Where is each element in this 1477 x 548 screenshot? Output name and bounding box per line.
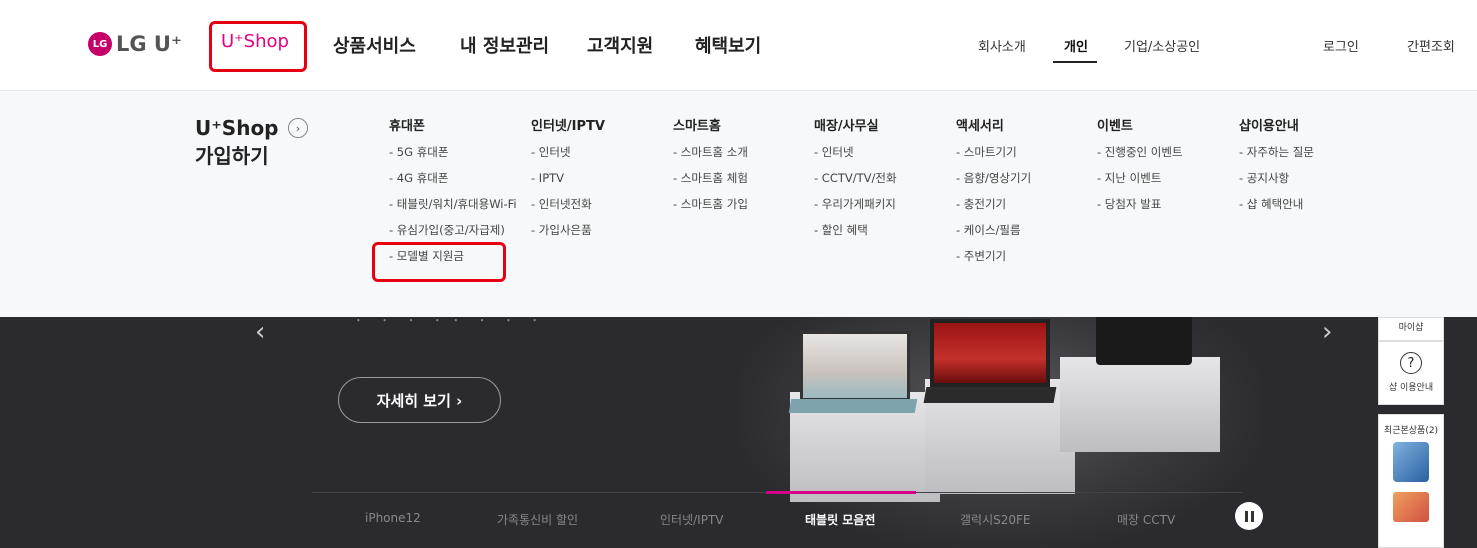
surface-pro-laptop — [930, 319, 1050, 387]
menu-item[interactable]: - 스마트홈 가입 — [673, 191, 748, 217]
logo-text: LG U⁺ — [116, 32, 183, 56]
hero-prev-icon[interactable]: ‹ — [255, 317, 265, 347]
menu-item[interactable]: - 4G 휴대폰 — [389, 165, 517, 191]
lg-logo-icon: LG — [88, 32, 112, 56]
menu-item[interactable]: - 5G 휴대폰 — [389, 139, 517, 165]
menu-item[interactable]: - 인터넷전화 — [531, 191, 605, 217]
help-icon: ? — [1400, 352, 1422, 374]
recent-products-label: 최근본상품(2) — [1383, 426, 1439, 436]
shop-guide-button[interactable]: ? 샵 이용안내 — [1378, 341, 1444, 405]
menu-item[interactable]: - 스마트기기 — [956, 139, 1031, 165]
myshop-button[interactable]: 마이샵 — [1378, 317, 1444, 341]
menu-item[interactable]: - 인터넷 — [531, 139, 605, 165]
menu-col-head[interactable]: 액세서리 — [956, 115, 1031, 139]
menu-col-shop-guide: 샵이용안내 - 자주하는 질문 - 공지사항 - 샵 혜택안내 — [1239, 115, 1314, 217]
pause-icon[interactable] — [1235, 502, 1263, 530]
menu-item[interactable]: - 태블릿/워치/휴대용Wi-Fi — [389, 191, 517, 217]
menu-item[interactable]: - 가입사은품 — [531, 217, 605, 243]
menu-item[interactable]: - IPTV — [531, 165, 605, 191]
menu-item[interactable]: - 케이스/필름 — [956, 217, 1031, 243]
pedestal — [1060, 357, 1220, 452]
lg-uplus-logo[interactable]: LG LG U⁺ — [88, 32, 182, 56]
menu-col-store-office: 매장/사무실 - 인터넷 - CCTV/TV/전화 - 우리가게패키지 - 할인… — [814, 115, 897, 243]
active-tab-indicator — [766, 491, 916, 494]
hero-headline-partial: ㆍ ㆍ ㆍ ㆍㆍ ㆍ ㆍ ㆍ — [350, 317, 545, 332]
menu-col-head[interactable]: 휴대폰 — [389, 115, 517, 139]
menu-item[interactable]: - 스마트홈 소개 — [673, 139, 748, 165]
hero-banner: ㆍ ㆍ ㆍ ㆍㆍ ㆍ ㆍ ㆍ ‹ › 자세히 보기 › iPhone12 가족통… — [0, 317, 1477, 548]
hero-tab-galaxy-s20fe[interactable]: 갤럭시S20FE — [960, 511, 1031, 528]
ushop-tab[interactable]: U⁺Shop — [221, 31, 289, 52]
menu-item[interactable]: - 진행중인 이벤트 — [1097, 139, 1183, 165]
quick-bar: 마이샵 ? 샵 이용안내 최근본상품(2) — [1378, 317, 1444, 548]
menu-item[interactable]: - 우리가게패키지 — [814, 191, 897, 217]
gnb-my-info[interactable]: 내 정보관리 — [460, 32, 549, 58]
menu-item[interactable]: - 스마트홈 체험 — [673, 165, 748, 191]
menu-col-accessory: 액세서리 - 스마트기기 - 음향/영상기기 - 충전기기 - 케이스/필름 -… — [956, 115, 1031, 269]
menu-item[interactable]: - 샵 혜택안내 — [1239, 191, 1314, 217]
hero-tab-family-discount[interactable]: 가족통신비 할인 — [497, 511, 578, 528]
menu-item[interactable]: - 인터넷 — [814, 139, 897, 165]
hero-tab-store-cctv[interactable]: 매장 CCTV — [1117, 511, 1175, 528]
gnb-benefits[interactable]: 혜택보기 — [695, 32, 761, 58]
detail-view-button[interactable]: 자세히 보기 › — [338, 377, 501, 423]
menu-item[interactable]: - 주변기기 — [956, 243, 1031, 269]
util-active-indicator — [1053, 61, 1097, 63]
global-header: LG LG U⁺ U⁺Shop 상품서비스 내 정보관리 고객지원 혜택보기 회… — [0, 0, 1477, 91]
quick-lookup-link[interactable]: 간편조회 — [1407, 36, 1455, 55]
menu-item[interactable]: - 공지사항 — [1239, 165, 1314, 191]
menu-col-head[interactable]: 스마트홈 — [673, 115, 748, 139]
mega-title-join: 가입하기 — [195, 144, 269, 168]
menu-item[interactable]: - 당첨자 발표 — [1097, 191, 1183, 217]
surface-go-laptop — [800, 331, 910, 401]
menu-item[interactable]: - 음향/영상기기 — [956, 165, 1031, 191]
menu-item[interactable]: - 충전기기 — [956, 191, 1031, 217]
menu-col-head[interactable]: 매장/사무실 — [814, 115, 897, 139]
surface-go-keyboard — [788, 399, 918, 413]
mega-menu-title[interactable]: U⁺Shop 가입하기 — [195, 114, 279, 170]
recent-products[interactable]: 최근본상품(2) — [1378, 414, 1444, 548]
hero-tab-internet-iptv[interactable]: 인터넷/IPTV — [660, 511, 723, 528]
menu-col-head[interactable]: 이벤트 — [1097, 115, 1183, 139]
login-link[interactable]: 로그인 — [1323, 36, 1359, 55]
menu-col-event: 이벤트 - 진행중인 이벤트 - 지난 이벤트 - 당첨자 발표 — [1097, 115, 1183, 217]
recent-product-thumb[interactable] — [1393, 442, 1429, 482]
hero-next-icon[interactable]: › — [1322, 317, 1332, 347]
gnb-product-service[interactable]: 상품서비스 — [333, 32, 416, 58]
gnb-customer-support[interactable]: 고객지원 — [587, 32, 653, 58]
menu-item[interactable]: - 지난 이벤트 — [1097, 165, 1183, 191]
recent-product-thumb[interactable] — [1393, 492, 1429, 522]
hero-tab-tablet[interactable]: 태블릿 모음전 — [805, 511, 875, 528]
menu-col-head[interactable]: 샵이용안내 — [1239, 115, 1314, 139]
util-business[interactable]: 기업/소상공인 — [1124, 36, 1200, 55]
myshop-label: 마이샵 — [1398, 323, 1424, 333]
chevron-right-icon[interactable]: › — [288, 118, 308, 138]
util-company-intro[interactable]: 회사소개 — [978, 36, 1026, 55]
hero-tabs: iPhone12 가족통신비 할인 인터넷/IPTV 태블릿 모음전 갤럭시S2… — [312, 492, 1242, 548]
mega-title-ushop: U⁺Shop — [195, 116, 279, 140]
util-personal[interactable]: 개인 — [1064, 36, 1088, 55]
menu-item[interactable]: - 할인 혜택 — [814, 217, 897, 243]
model-subsidy-highlight — [372, 242, 506, 282]
menu-item[interactable]: - CCTV/TV/전화 — [814, 165, 897, 191]
surface-pro-keyboard — [923, 387, 1057, 403]
menu-col-head[interactable]: 인터넷/IPTV — [531, 115, 605, 139]
shop-guide-label: 샵 이용안내 — [1388, 383, 1434, 393]
menu-col-internet-iptv: 인터넷/IPTV - 인터넷 - IPTV - 인터넷전화 - 가입사은품 — [531, 115, 605, 243]
hero-tab-iphone12[interactable]: iPhone12 — [365, 511, 421, 525]
menu-col-smarthome: 스마트홈 - 스마트홈 소개 - 스마트홈 체험 - 스마트홈 가입 — [673, 115, 748, 217]
ipad-tablet — [1096, 317, 1192, 365]
menu-item[interactable]: - 유심가입(중고/자급제) — [389, 217, 517, 243]
menu-item[interactable]: - 자주하는 질문 — [1239, 139, 1314, 165]
